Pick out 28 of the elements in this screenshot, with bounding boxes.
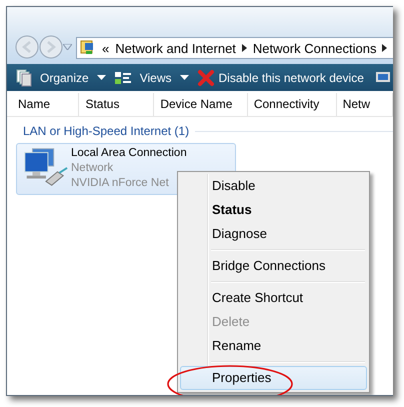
- column-header[interactable]: Status: [79, 93, 154, 116]
- views-icon: [114, 70, 132, 86]
- menu-item[interactable]: Status: [180, 198, 367, 222]
- address-bar[interactable]: « Network and Internet Network Connections: [76, 37, 393, 59]
- network-folder-icon: [80, 40, 96, 56]
- breadcrumb-arrow-icon[interactable]: [242, 44, 247, 52]
- group-header[interactable]: LAN or High-Speed Internet (1): [23, 124, 190, 138]
- overflow-chevron[interactable]: «: [102, 40, 110, 56]
- toolbar-button[interactable]: Organize: [13, 66, 109, 88]
- breadcrumb-arrow-icon[interactable]: [382, 44, 388, 52]
- connection-type: Network: [71, 161, 114, 176]
- menu-item[interactable]: Bridge Connections: [180, 254, 367, 278]
- column-header[interactable]: Name: [7, 93, 80, 116]
- menu-item[interactable]: Properties: [180, 366, 367, 390]
- pages-icon: [16, 68, 32, 86]
- toolbar-button[interactable]: Views: [110, 66, 192, 88]
- menu-item[interactable]: Create Shortcut: [180, 286, 367, 310]
- breadcrumb[interactable]: Network Connections: [252, 40, 376, 56]
- column-header[interactable]: Device Name: [154, 93, 248, 116]
- connection-name: Local Area Connection: [71, 146, 187, 161]
- cross-icon: [196, 68, 214, 86]
- device-name: NVIDIA nForce Net: [71, 176, 170, 191]
- breadcrumb[interactable]: Network and Internet: [115, 40, 236, 56]
- column-header[interactable]: Connectivity: [248, 93, 337, 116]
- column-header[interactable]: Netw: [336, 93, 393, 116]
- toolbar-button[interactable]: Disable this network device: [194, 66, 367, 88]
- menu-item[interactable]: Rename: [180, 334, 367, 358]
- menu-item[interactable]: Diagnose: [180, 222, 367, 246]
